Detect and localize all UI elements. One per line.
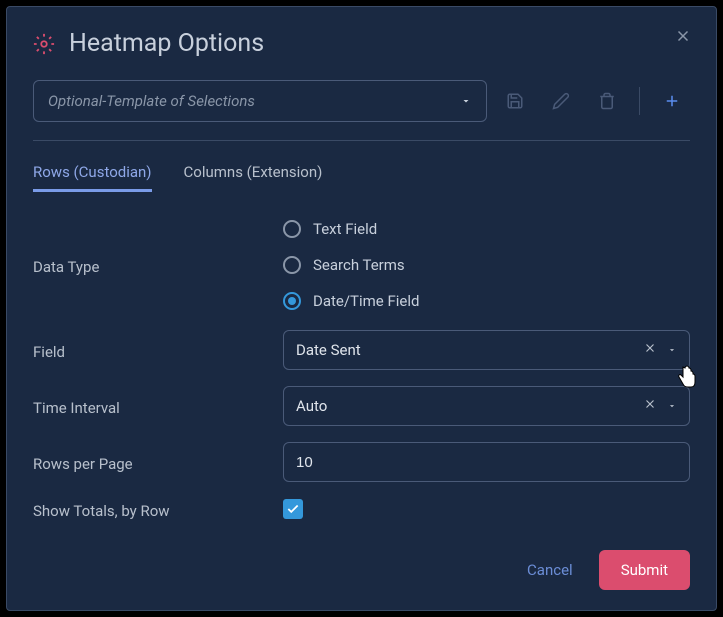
- tab-columns[interactable]: Columns (Extension): [184, 163, 323, 192]
- radio-text-field[interactable]: Text Field: [283, 220, 419, 238]
- radio-datetime-field[interactable]: Date/Time Field: [283, 292, 419, 310]
- edit-template-button[interactable]: [543, 83, 579, 119]
- radio-circle-icon: [283, 220, 301, 238]
- add-template-button[interactable]: [654, 83, 690, 119]
- heatmap-options-modal: Heatmap Options Optional-Template of Sel…: [6, 6, 717, 611]
- field-value: Date Sent: [296, 341, 643, 359]
- interval-caret[interactable]: [667, 397, 677, 415]
- radio-label: Date/Time Field: [313, 292, 419, 310]
- label-interval: Time Interval: [33, 395, 283, 417]
- row-rows-per-page: Rows per Page: [33, 442, 690, 482]
- label-data-type: Data Type: [33, 220, 283, 276]
- pencil-icon: [552, 92, 570, 110]
- data-type-radios: Text Field Search Terms Date/Time Field: [283, 220, 419, 310]
- row-data-type: Data Type Text Field Search Terms Date/T…: [33, 220, 690, 310]
- check-icon: [286, 502, 300, 516]
- plus-icon: [663, 92, 681, 110]
- radio-search-terms[interactable]: Search Terms: [283, 256, 419, 274]
- radio-circle-icon: [283, 256, 301, 274]
- divider: [33, 140, 690, 141]
- close-button[interactable]: [674, 27, 692, 49]
- field-caret[interactable]: [667, 341, 677, 359]
- template-placeholder: Optional-Template of Selections: [48, 92, 255, 110]
- trash-icon: [598, 92, 616, 110]
- rows-per-page-input[interactable]: [296, 454, 677, 471]
- chevron-down-icon: [460, 95, 472, 107]
- interval-value: Auto: [296, 397, 643, 415]
- chevron-down-icon: [667, 345, 677, 355]
- save-icon: [506, 92, 524, 110]
- delete-template-button[interactable]: [589, 83, 625, 119]
- radio-circle-selected-icon: [283, 292, 301, 310]
- template-select[interactable]: Optional-Template of Selections: [33, 80, 487, 122]
- label-rows-per-page: Rows per Page: [33, 451, 283, 473]
- modal-title: Heatmap Options: [69, 29, 264, 58]
- template-toolbar: Optional-Template of Selections: [33, 80, 690, 122]
- show-totals-checkbox[interactable]: [283, 499, 303, 519]
- save-template-button[interactable]: [497, 83, 533, 119]
- row-show-totals: Show Totals, by Row: [33, 498, 690, 520]
- gear-icon: [33, 33, 55, 55]
- clear-interval-button[interactable]: [643, 397, 657, 415]
- chevron-down-icon: [667, 401, 677, 411]
- row-interval: Time Interval Auto: [33, 386, 690, 426]
- row-field: Field Date Sent: [33, 330, 690, 370]
- radio-label: Search Terms: [313, 256, 405, 274]
- cancel-button[interactable]: Cancel: [519, 551, 581, 589]
- tabs: Rows (Custodian) Columns (Extension): [33, 163, 690, 192]
- close-icon: [674, 27, 692, 45]
- modal-footer: Cancel Submit: [519, 550, 690, 590]
- field-select[interactable]: Date Sent: [283, 330, 690, 370]
- close-icon: [643, 341, 657, 355]
- radio-label: Text Field: [313, 220, 377, 238]
- label-show-totals: Show Totals, by Row: [33, 498, 283, 520]
- tab-rows[interactable]: Rows (Custodian): [33, 163, 152, 192]
- modal-header: Heatmap Options: [33, 29, 690, 58]
- clear-field-button[interactable]: [643, 341, 657, 359]
- label-field: Field: [33, 339, 283, 361]
- submit-button[interactable]: Submit: [599, 550, 690, 590]
- toolbar-separator: [639, 87, 640, 115]
- rows-per-page-field[interactable]: [283, 442, 690, 482]
- interval-select[interactable]: Auto: [283, 386, 690, 426]
- close-icon: [643, 397, 657, 411]
